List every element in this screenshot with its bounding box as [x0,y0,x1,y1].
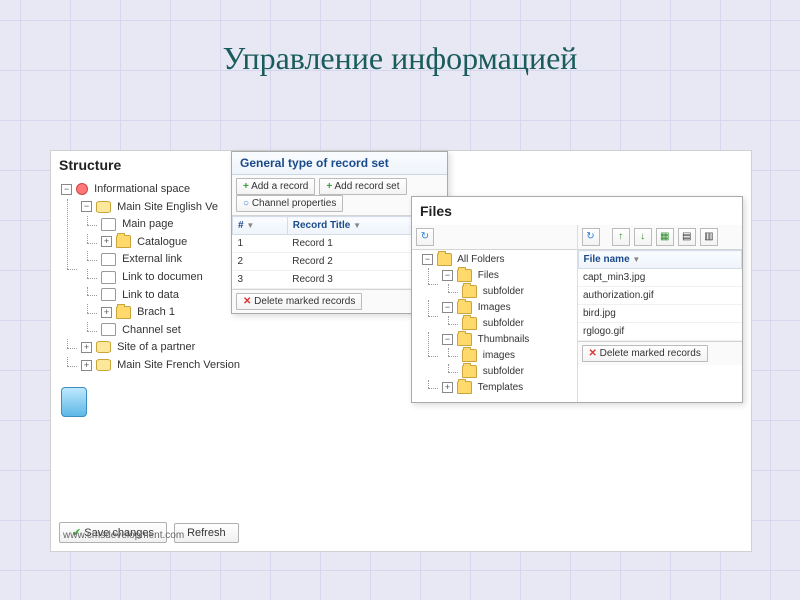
sort-icon: ▼ [353,221,361,230]
trash-icon[interactable] [61,387,87,417]
expand-toggle[interactable]: + [81,342,92,353]
upload-button[interactable]: ↑ [612,228,630,246]
table-row[interactable]: authorization.gif [578,287,742,305]
tree-item[interactable]: + Templates [440,380,569,396]
page-icon [101,253,116,266]
tree-label: Site of a partner [117,341,195,353]
folder-icon [462,365,477,378]
x-icon: ✕ [589,348,597,359]
tree-item[interactable]: − Files subfolder [440,268,569,300]
records-title: General type of record set [232,152,447,175]
tree-label: images [483,350,515,361]
tree-label: subfolder [483,366,524,377]
tree-label: Main page [122,218,173,230]
table-row[interactable]: rglogo.gif [578,323,742,341]
net-icon [76,183,88,195]
tree-label: Link to data [122,289,179,301]
tree-item[interactable]: subfolder [460,316,569,332]
files-panel: Files ↻ − All Folders− Files subfolder− … [411,196,743,403]
expand-toggle[interactable]: + [101,236,112,247]
folder-icon [462,349,477,362]
tree-item[interactable]: − All Folders− Files subfolder− Images s… [420,252,569,396]
add-record-button[interactable]: + Add a record [236,178,315,195]
tree-label: subfolder [483,286,524,297]
view-list-button[interactable]: ▤ [678,228,696,246]
tree-label: Channel set [122,324,181,336]
add-record-set-button[interactable]: + Add record set [319,178,406,195]
tree-label: Link to documen [122,271,203,283]
expand-toggle[interactable]: + [81,360,92,371]
slide-title: Управление информацией [0,40,800,77]
files-tree[interactable]: − All Folders− Files subfolder− Images s… [412,250,577,402]
folder-icon [457,301,472,314]
db-icon [96,201,111,213]
tree-label: Files [478,270,499,281]
folder-icon [457,269,472,282]
tree-label: All Folders [457,254,504,265]
channel-properties-button[interactable]: ○ Channel properties [236,195,343,212]
x-icon: ✕ [243,296,251,307]
view-thumb-button[interactable]: ▦ [656,228,674,246]
tree-label: subfolder [483,318,524,329]
tree-label: Informational space [94,183,190,195]
refresh-folders-button[interactable]: ↻ [416,228,434,246]
db-icon [96,359,111,371]
page-icon [101,323,116,336]
page-icon [101,218,116,231]
view-detail-button[interactable]: ▥ [700,228,718,246]
folder-icon [462,317,477,330]
bullet-icon: ○ [243,198,249,209]
tree-label: Main Site English Ve [117,201,218,213]
sort-icon: ▼ [246,221,254,230]
folder-icon [462,285,477,298]
plus-icon: + [326,181,332,192]
refresh-files-button[interactable]: ↻ [582,228,600,246]
expand-toggle[interactable]: + [101,307,112,318]
tree-label: External link [122,253,182,265]
footer-url: www.cmsdevelopment.com [63,530,184,541]
delete-records-button[interactable]: ✕ Delete marked records [236,293,362,310]
expand-toggle[interactable]: − [442,334,453,345]
tree-item[interactable]: images [460,348,569,364]
page-icon [101,288,116,301]
expand-toggle[interactable]: − [422,254,433,265]
expand-toggle[interactable]: − [81,201,92,212]
expand-toggle[interactable]: − [442,302,453,313]
expand-toggle[interactable]: − [61,184,72,195]
tree-label: Images [478,302,511,313]
db-icon [96,341,111,353]
expand-toggle[interactable]: − [442,270,453,281]
files-heading: Files [412,197,742,225]
tree-item[interactable]: − Images subfolder [440,300,569,332]
table-row[interactable]: bird.jpg [578,305,742,323]
table-row[interactable]: capt_min3.jpg [578,269,742,287]
folder-icon [116,235,131,248]
folder-icon [116,306,131,319]
col-number[interactable]: # ▼ [233,217,288,235]
tree-label: Main Site French Version [117,359,240,371]
main-panel: Structure − Informational space− Main Si… [50,150,752,552]
tree-label: Catalogue [137,236,187,248]
folder-icon [457,333,472,346]
tree-item[interactable]: subfolder [460,284,569,300]
tree-label: Thumbnails [478,334,530,345]
tree-item[interactable]: − Thumbnails images subfolder [440,332,569,380]
download-button[interactable]: ↓ [634,228,652,246]
delete-files-button[interactable]: ✕ Delete marked records [582,345,708,362]
page-icon [101,271,116,284]
tree-label: Brach 1 [137,306,175,318]
files-table: File name ▼ capt_min3.jpgauthorization.g… [578,250,743,341]
plus-icon: + [243,181,249,192]
sort-icon: ▼ [632,255,640,264]
folder-icon [457,381,472,394]
folder-icon [437,253,452,266]
tree-item[interactable]: subfolder [460,364,569,380]
col-filename[interactable]: File name ▼ [578,251,742,269]
expand-toggle[interactable]: + [442,382,453,393]
tree-label: Templates [478,382,524,393]
